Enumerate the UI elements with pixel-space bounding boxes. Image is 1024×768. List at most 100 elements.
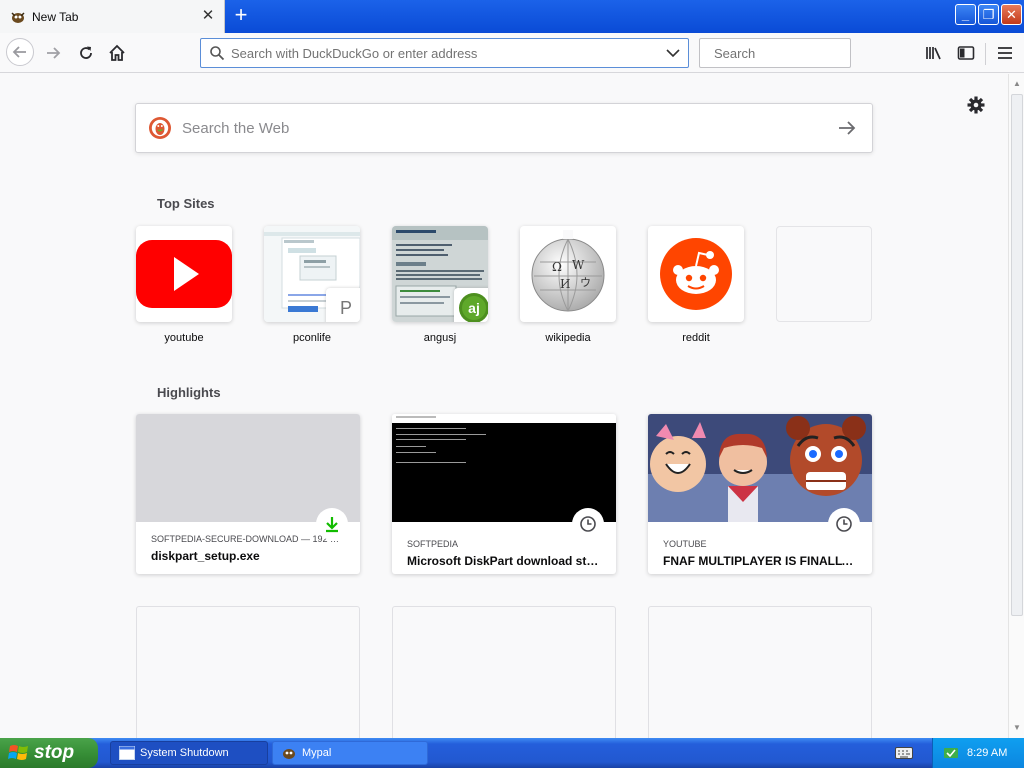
address-input[interactable] (231, 45, 662, 61)
scroll-down-arrow-icon[interactable]: ▼ (1010, 720, 1024, 736)
card-thumbnail (136, 414, 360, 522)
top-site-reddit[interactable]: reddit (648, 226, 744, 344)
navigation-toolbar (0, 33, 1024, 73)
start-button[interactable]: stop (0, 738, 98, 768)
site-logo-text: aj (468, 300, 480, 316)
site-label: youtube (164, 332, 204, 344)
site-tile[interactable] (136, 226, 232, 322)
card-badge (316, 508, 348, 540)
youtube-logo-icon (136, 240, 232, 308)
clock-icon (836, 516, 852, 532)
start-label: stop (34, 742, 75, 763)
card-title: diskpart_setup.exe (151, 549, 260, 563)
taskbar-item-label: System Shutdown (140, 747, 229, 759)
top-site-angusj[interactable]: aj angusj (392, 226, 488, 344)
back-button[interactable] (6, 38, 34, 66)
top-site-wikipedia[interactable]: Ω W И ウ wikipedia (520, 226, 616, 344)
tab-title: New Tab (32, 9, 79, 24)
highlight-placeholder (136, 606, 360, 738)
highlight-placeholder (648, 606, 872, 738)
site-label: pconlife (293, 332, 331, 344)
download-icon (326, 517, 338, 533)
card-context: YOUTUBE (663, 539, 707, 549)
search-bar[interactable] (699, 38, 890, 68)
top-site-youtube[interactable]: youtube (136, 226, 232, 344)
site-tile[interactable]: P (264, 226, 360, 322)
tab-strip: New Tab ✕ + _ ❐ ✕ (0, 0, 1024, 33)
card-title: FNAF MULTIPLAYER IS FINALLY … (663, 554, 859, 568)
gear-icon[interactable] (965, 94, 987, 116)
forward-arrow-icon (47, 47, 61, 59)
svg-text:W: W (572, 258, 585, 272)
reload-button[interactable] (73, 40, 99, 66)
card-badge (572, 508, 604, 540)
site-tile[interactable]: Ω W И ウ (520, 226, 616, 322)
scroll-up-arrow-icon[interactable]: ▲ (1010, 76, 1024, 92)
site-label: wikipedia (545, 332, 591, 344)
site-tile[interactable] (648, 226, 744, 322)
tab-new-tab[interactable]: New Tab ✕ (0, 0, 225, 33)
empty-site-tile (776, 226, 872, 322)
sidebar-button[interactable] (953, 40, 979, 66)
restore-button[interactable]: ❐ (978, 4, 999, 25)
sidebar-icon (957, 46, 975, 60)
site-label: reddit (682, 332, 710, 344)
windows-logo-icon (8, 745, 28, 760)
hamburger-menu-icon (998, 47, 1012, 59)
taskbar: stop System Shutdown Mypal 8:29 AM (0, 738, 1024, 768)
forward-button[interactable] (40, 40, 66, 66)
address-bar[interactable] (200, 38, 689, 68)
site-tile[interactable]: aj (392, 226, 488, 322)
top-site-pconlife[interactable]: P pconlife (264, 226, 360, 344)
card-context: SOFTPEDIA-SECURE-DOWNLOAD — 192 … (151, 534, 340, 544)
card-thumbnail (648, 414, 872, 522)
clock[interactable]: 8:29 AM (967, 747, 1007, 759)
highlights-heading: Highlights (157, 385, 221, 400)
web-search-input[interactable] (182, 119, 822, 137)
highlight-card[interactable]: SOFTPEDIA-SECURE-DOWNLOAD — 192 … diskpa… (136, 414, 360, 574)
highlight-placeholder (392, 606, 616, 738)
card-context: SOFTPEDIA (407, 539, 459, 549)
new-tab-button[interactable]: + (229, 4, 253, 27)
reload-icon (80, 46, 92, 59)
angusj-logo-icon: aj (459, 293, 488, 322)
taskbar-item-system-shutdown[interactable]: System Shutdown (110, 741, 268, 765)
web-search-box[interactable] (135, 103, 873, 153)
wikipedia-globe-icon: Ω W И ウ (531, 230, 605, 312)
keyboard-icon[interactable] (895, 746, 913, 760)
taskbar-item-mypal[interactable]: Mypal (272, 741, 428, 765)
card-title: Microsoft DiskPart download sta… (407, 554, 603, 568)
highlight-card[interactable]: YOUTUBE FNAF MULTIPLAYER IS FINALLY … (648, 414, 872, 574)
home-icon (109, 44, 125, 61)
close-window-button[interactable]: ✕ (1001, 4, 1022, 25)
top-sites-heading: Top Sites (157, 196, 215, 211)
system-tray: 8:29 AM (932, 738, 1024, 768)
reddit-logo-icon (660, 238, 732, 310)
site-letter-badge: P (326, 288, 360, 322)
menu-button[interactable] (992, 40, 1018, 66)
arrow-right-icon (839, 121, 856, 135)
chevron-down-icon (666, 49, 680, 58)
svg-text:Ω: Ω (552, 260, 562, 274)
highlight-card[interactable]: SOFTPEDIA Microsoft DiskPart download st… (392, 414, 616, 574)
library-button[interactable] (921, 40, 947, 66)
search-icon (210, 46, 225, 61)
toolbar-separator (985, 43, 986, 65)
mypal-icon (283, 749, 295, 759)
url-dropdown-button[interactable] (662, 48, 684, 58)
minimize-button[interactable]: _ (955, 4, 976, 25)
top-site-empty-slot (776, 226, 872, 322)
site-label: angusj (423, 332, 457, 344)
clock-icon (580, 516, 596, 532)
close-tab-icon[interactable]: ✕ (200, 8, 216, 24)
search-submit-button[interactable] (822, 104, 872, 152)
mypal-favicon-icon (11, 11, 25, 23)
tray-app-icon[interactable] (943, 745, 959, 761)
search-input[interactable] (714, 45, 890, 61)
scrollbar-thumb[interactable] (1011, 94, 1023, 616)
vertical-scrollbar[interactable]: ▲ ▼ (1008, 74, 1024, 738)
card-thumbnail (392, 414, 616, 522)
library-icon (926, 47, 941, 60)
home-button[interactable] (104, 40, 130, 66)
svg-text:ウ: ウ (580, 276, 591, 289)
